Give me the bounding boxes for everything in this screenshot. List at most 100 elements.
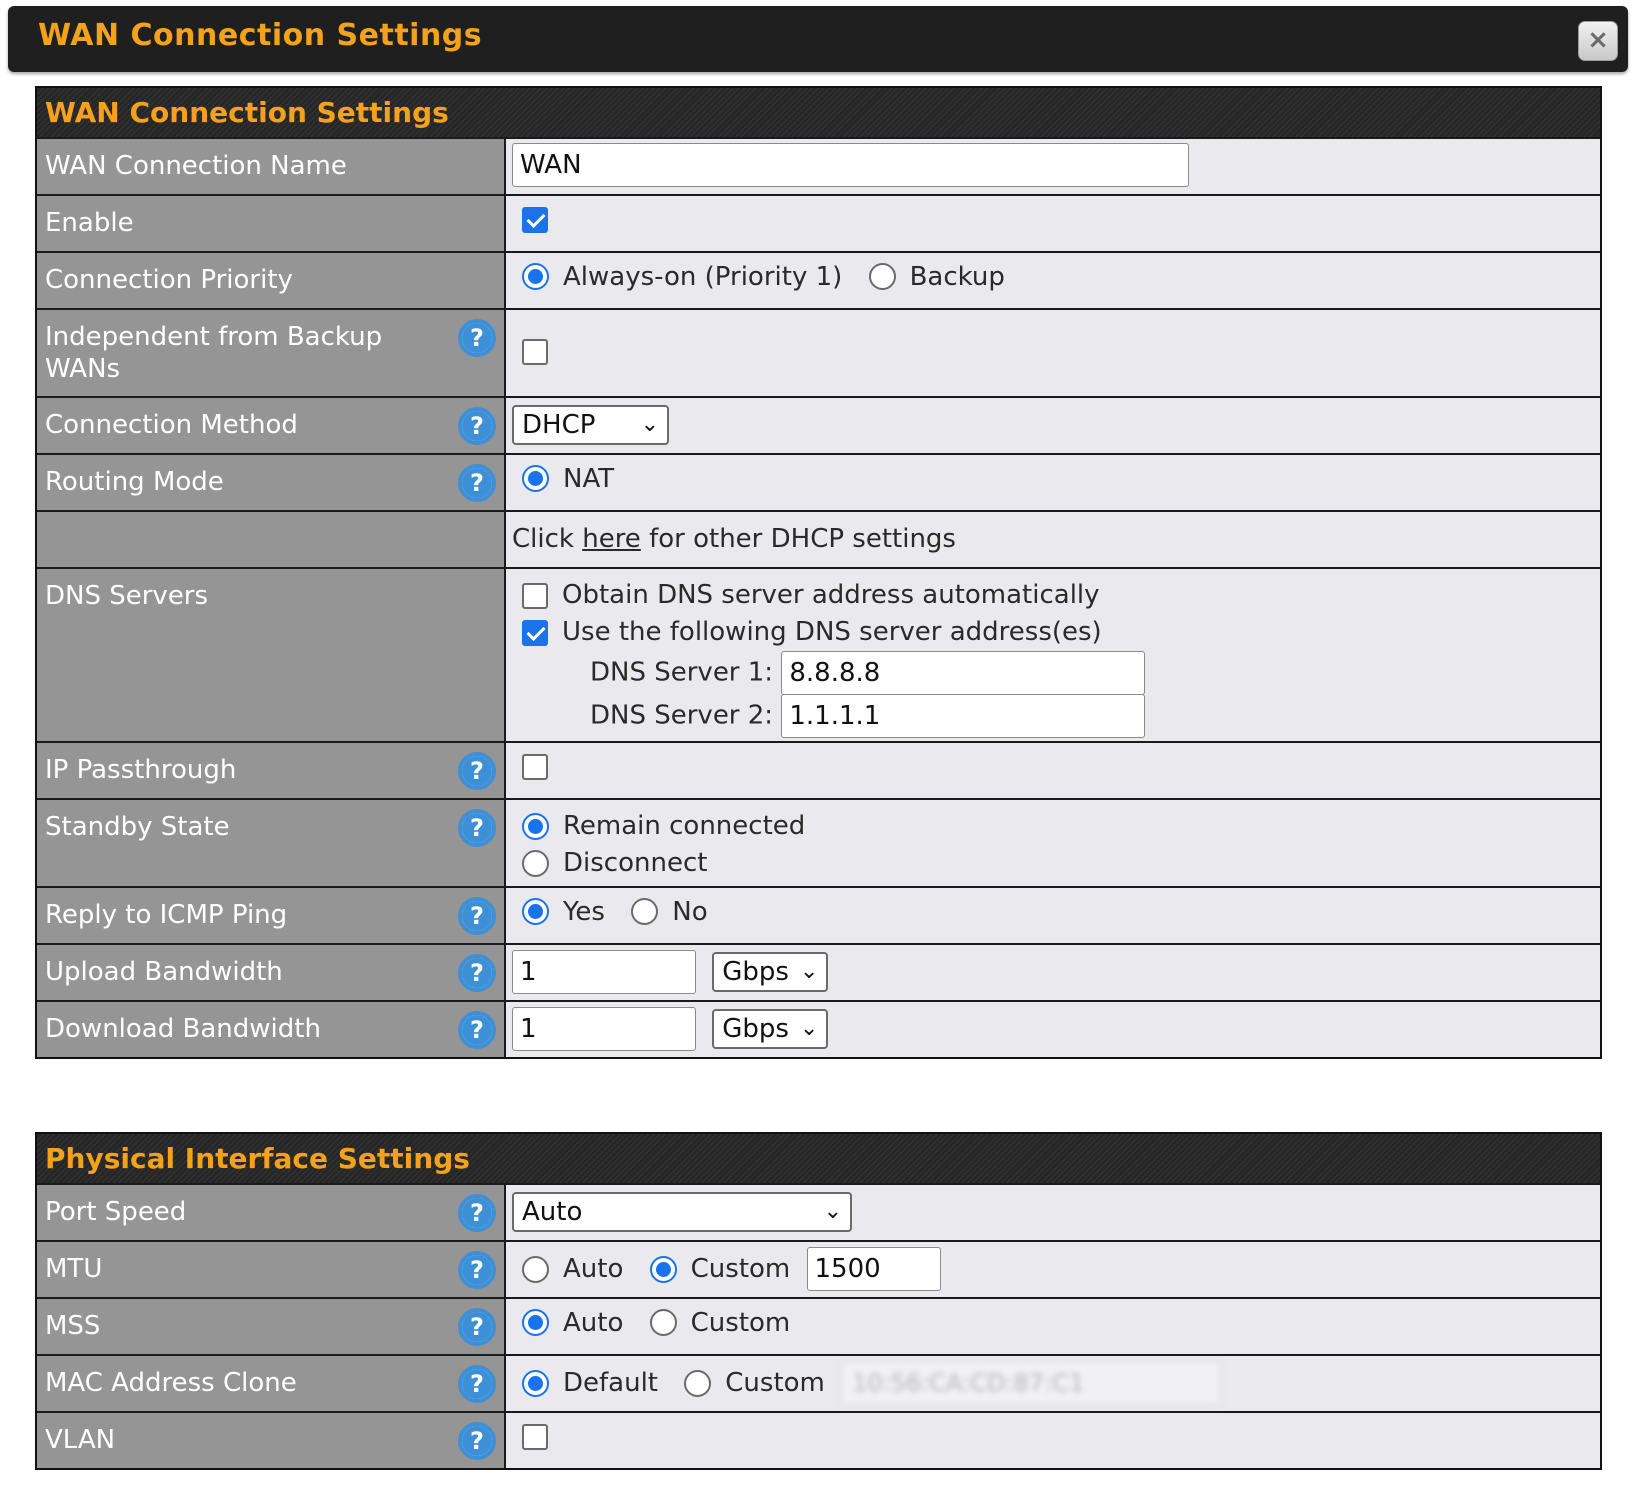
field-label: IP Passthrough ?: [37, 743, 506, 798]
radio-label: NAT: [563, 463, 615, 494]
radio-label: Custom: [690, 1307, 791, 1338]
row-dhcp-note: Click here for other DHCP settings: [37, 510, 1600, 567]
dns-manual-label: Use the following DNS server address(es): [562, 617, 1102, 647]
help-icon[interactable]: ?: [458, 1422, 496, 1460]
field-label: VLAN ?: [37, 1413, 506, 1468]
help-icon[interactable]: ?: [458, 809, 496, 847]
mtu-custom-radio[interactable]: [649, 1255, 677, 1283]
field-label: MTU ?: [37, 1242, 506, 1297]
mtu-auto-radio[interactable]: [522, 1255, 549, 1283]
field-label-text: MTU: [45, 1254, 103, 1284]
enable-checkbox[interactable]: [522, 206, 548, 233]
port-speed-select[interactable]: Auto ⌄: [512, 1192, 852, 1232]
field-label: Enable: [37, 196, 506, 251]
field-label-text: Routing Mode: [45, 467, 224, 497]
radio-label: Backup: [909, 261, 1005, 292]
mac-address-input[interactable]: 10:56:CA:CD:87:C1: [841, 1361, 1222, 1405]
vlan-checkbox[interactable]: [522, 1423, 548, 1450]
field-label: DNS Servers: [37, 569, 506, 741]
ip-passthrough-checkbox[interactable]: [522, 753, 548, 780]
mac-default-radio[interactable]: [522, 1369, 549, 1397]
help-icon[interactable]: ?: [458, 1194, 496, 1232]
help-icon[interactable]: ?: [458, 897, 496, 935]
chevron-down-icon: ⌄: [823, 1199, 842, 1224]
radio-label: Custom: [690, 1254, 791, 1284]
select-value: DHCP: [522, 410, 596, 440]
dns-server1-label: DNS Server 1:: [590, 657, 774, 688]
field-label: Routing Mode ?: [37, 455, 506, 510]
row-port-speed: Port Speed ? Auto ⌄: [37, 1183, 1600, 1240]
download-bandwidth-input[interactable]: 1: [512, 1007, 696, 1051]
priority-backup-radio[interactable]: [868, 263, 896, 290]
field-label-text: IP Passthrough: [45, 755, 237, 785]
field-label: Connection Method ?: [37, 398, 506, 453]
radio-label: Remain connected: [563, 811, 806, 841]
dhcp-settings-link[interactable]: here: [582, 524, 641, 554]
help-icon[interactable]: ?: [458, 752, 496, 790]
mss-custom-radio[interactable]: [649, 1309, 677, 1336]
field-label: WAN Connection Name: [37, 139, 506, 194]
dns-auto-checkbox[interactable]: [522, 582, 548, 609]
upload-unit-select[interactable]: Gbps ⌄: [712, 952, 829, 992]
help-icon[interactable]: ?: [458, 1308, 496, 1346]
row-independent-backup: Independent from Backup WANs ?: [37, 308, 1600, 396]
icmp-yes-radio[interactable]: [522, 898, 549, 925]
field-label: MSS ?: [37, 1299, 506, 1354]
field-label-text: Reply to ICMP Ping: [45, 900, 288, 930]
radio-label: No: [672, 896, 708, 927]
row-icmp-ping: Reply to ICMP Ping ? Yes No: [37, 886, 1600, 943]
download-unit-select[interactable]: Gbps ⌄: [712, 1009, 829, 1049]
radio-label: Always-on (Priority 1): [563, 261, 843, 292]
field-label: Standby State ?: [37, 800, 506, 886]
row-enable: Enable: [37, 194, 1600, 251]
select-value: Auto: [522, 1197, 583, 1227]
radio-label: Disconnect: [563, 848, 708, 878]
dns-auto-label: Obtain DNS server address automatically: [562, 580, 1100, 610]
field-label-text: Upload Bandwidth: [45, 957, 283, 987]
mtu-input[interactable]: 1500: [806, 1247, 941, 1291]
radio-label: Default: [563, 1368, 658, 1398]
icmp-no-radio[interactable]: [631, 898, 659, 925]
help-icon[interactable]: ?: [458, 464, 496, 502]
row-connection-method: Connection Method ? DHCP ⌄: [37, 396, 1600, 453]
section-header: Physical Interface Settings: [37, 1134, 1600, 1183]
help-icon[interactable]: ?: [458, 1365, 496, 1403]
wan-name-input[interactable]: WAN: [512, 143, 1189, 187]
dns-server2-input[interactable]: 1.1.1.1: [781, 694, 1146, 738]
close-icon[interactable]: ×: [1578, 21, 1618, 61]
field-label: Download Bandwidth ?: [37, 1002, 506, 1057]
help-icon[interactable]: ?: [458, 319, 496, 357]
physical-settings-section: Physical Interface Settings Port Speed ?…: [35, 1132, 1602, 1470]
field-label: Port Speed ?: [37, 1185, 506, 1240]
row-dns-servers: DNS Servers Obtain DNS server address au…: [37, 567, 1600, 741]
mac-custom-radio[interactable]: [684, 1369, 712, 1397]
dns-manual-checkbox[interactable]: [522, 619, 548, 646]
field-label: Upload Bandwidth ?: [37, 945, 506, 1000]
help-icon[interactable]: ?: [458, 1251, 496, 1289]
dhcp-note-prefix: Click: [512, 524, 583, 554]
routing-nat-radio[interactable]: [522, 465, 549, 492]
independent-backup-checkbox[interactable]: [522, 338, 548, 365]
empty-label: [37, 512, 506, 567]
field-label: Reply to ICMP Ping ?: [37, 888, 506, 943]
row-mac-address-clone: MAC Address Clone ? Default Custom 10:56…: [37, 1354, 1600, 1411]
connection-method-select[interactable]: DHCP ⌄: [512, 405, 669, 445]
priority-always-on-radio[interactable]: [522, 263, 549, 290]
help-icon[interactable]: ?: [458, 1011, 496, 1049]
field-label-text: MSS: [45, 1311, 101, 1341]
mss-auto-radio[interactable]: [522, 1309, 549, 1336]
select-value: Gbps: [722, 1014, 789, 1044]
field-label: MAC Address Clone ?: [37, 1356, 506, 1411]
standby-remain-radio[interactable]: [522, 813, 549, 840]
standby-disconnect-radio[interactable]: [522, 850, 549, 877]
help-icon[interactable]: ?: [458, 954, 496, 992]
radio-label: Yes: [563, 896, 605, 927]
radio-label: Auto: [563, 1254, 624, 1284]
help-icon[interactable]: ?: [458, 407, 496, 445]
field-label-text: Connection Method: [45, 410, 298, 440]
dns-server1-input[interactable]: 8.8.8.8: [781, 651, 1146, 695]
field-label: Connection Priority: [37, 253, 506, 308]
upload-bandwidth-input[interactable]: 1: [512, 950, 696, 994]
chevron-down-icon: ⌄: [799, 959, 819, 984]
dhcp-note-suffix: for other DHCP settings: [640, 524, 956, 554]
